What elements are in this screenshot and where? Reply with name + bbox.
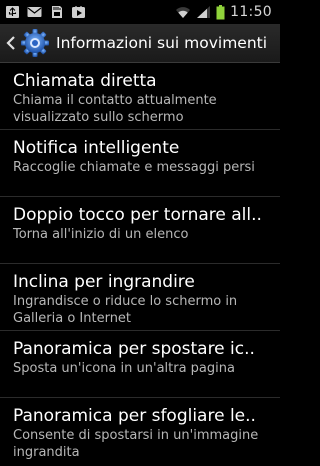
item-subtitle: Torna all'inizio di un elenco bbox=[13, 227, 189, 242]
item-title: Notifica intelligente bbox=[13, 138, 180, 158]
clock: 11:50 bbox=[230, 4, 272, 20]
back-chevron-icon[interactable] bbox=[4, 33, 18, 53]
item-subtitle: Sposta un'icona in un'altra pagina bbox=[13, 361, 235, 376]
item-subtitle: Ingrandisce o riduce lo schermo in Galle… bbox=[13, 294, 238, 326]
settings-list: Chiamata diretta Chiama il contatto attu… bbox=[0, 63, 280, 464]
item-title: Inclina per ingrandire bbox=[13, 272, 195, 292]
gear-icon[interactable] bbox=[20, 28, 50, 58]
mail-icon bbox=[27, 7, 42, 17]
item-title: Chiamata diretta bbox=[13, 71, 157, 91]
item-title: Doppio tocco per tornare all.. bbox=[13, 205, 262, 225]
list-item-chiamata-diretta[interactable]: Chiamata diretta Chiama il contatto attu… bbox=[0, 63, 280, 130]
list-item-panoramica-sfogliare[interactable]: Panoramica per sfogliare le.. Consente d… bbox=[0, 398, 280, 464]
item-subtitle: Consente di spostarsi in un'immagine ing… bbox=[13, 428, 259, 460]
status-bar: 11:50 bbox=[0, 0, 280, 24]
battery-icon bbox=[216, 4, 225, 19]
item-title: Panoramica per sfogliare le.. bbox=[13, 406, 256, 426]
signal-icon bbox=[197, 6, 211, 18]
item-subtitle: Raccoglie chiamate e messaggi persi bbox=[13, 160, 255, 175]
action-bar: Informazioni sui movimenti bbox=[0, 24, 280, 63]
list-item-inclina-per-ingrandire[interactable]: Inclina per ingrandire Ingrandisce o rid… bbox=[0, 264, 280, 331]
notification-icons bbox=[0, 5, 86, 19]
item-subtitle: Chiama il contatto attualmente visualizz… bbox=[13, 93, 217, 125]
system-icons: 11:50 bbox=[175, 4, 280, 20]
usb-icon bbox=[6, 6, 19, 18]
list-item-doppio-tocco[interactable]: Doppio tocco per tornare all.. Torna all… bbox=[0, 197, 280, 264]
page-title: Informazioni sui movimenti bbox=[56, 34, 268, 52]
list-item-notifica-intelligente[interactable]: Notifica intelligente Raccoglie chiamate… bbox=[0, 130, 280, 197]
item-title: Panoramica per spostare ic.. bbox=[13, 339, 255, 359]
list-item-panoramica-spostare[interactable]: Panoramica per spostare ic.. Sposta un'i… bbox=[0, 331, 280, 398]
sd-card-icon bbox=[52, 6, 62, 18]
wifi-icon bbox=[176, 7, 191, 18]
play-store-icon bbox=[72, 6, 85, 18]
